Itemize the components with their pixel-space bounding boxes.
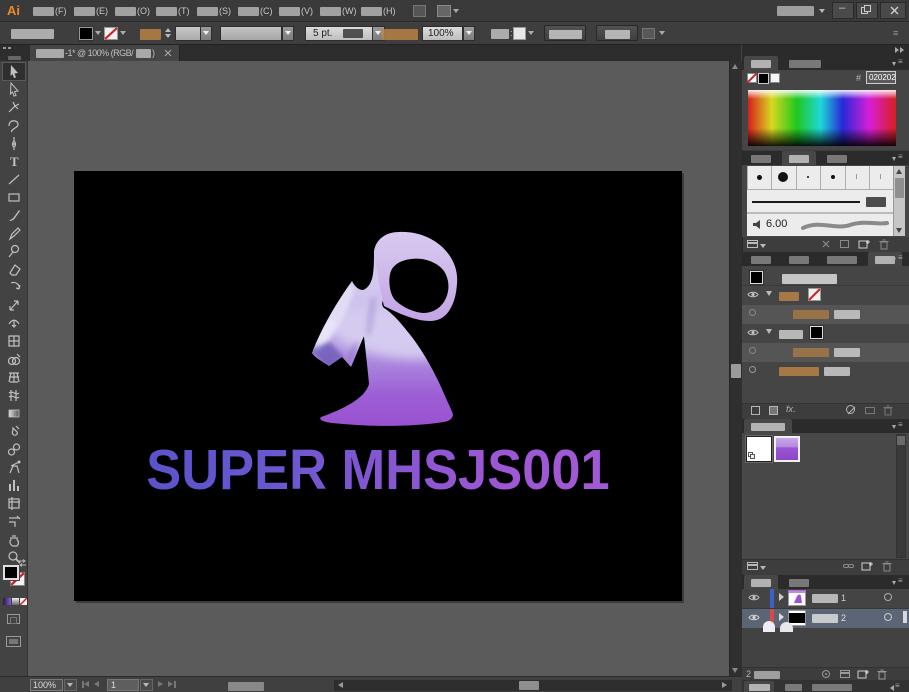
svg-text:T: T (10, 154, 19, 169)
